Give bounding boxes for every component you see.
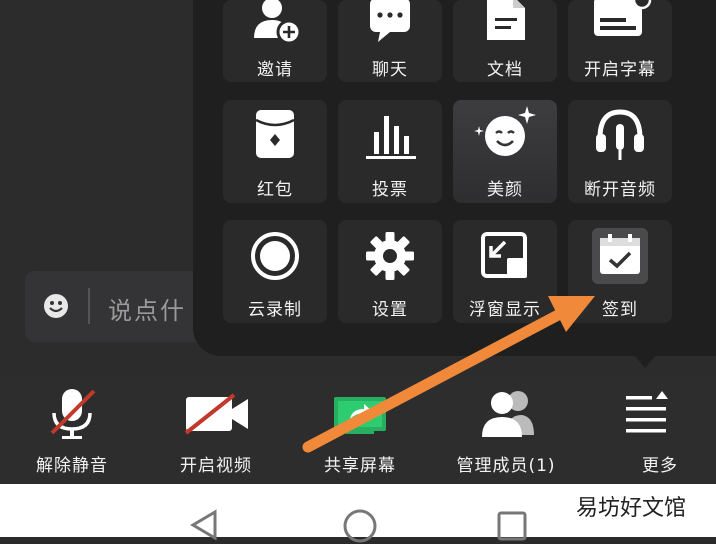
more-panel: 邀请 聊天 文档 开启字幕 红包 投票 美颜 断开音频 云录制 设置 浮窗显示 … [193, 0, 716, 368]
beauty-face-icon [474, 106, 536, 156]
share-screen-icon [334, 397, 386, 434]
tile-label: 聊天 [372, 60, 408, 80]
toolbar-label: 更多 [642, 456, 678, 476]
gear-icon [366, 232, 414, 280]
tile-red-packet[interactable]: 红包 [223, 100, 327, 203]
tile-check-in[interactable]: 签到 [568, 220, 672, 323]
tile-label: 美颜 [487, 180, 523, 200]
record-icon [251, 232, 299, 280]
headset-icon [596, 109, 644, 160]
tile-label: 云录制 [248, 300, 302, 320]
tile-settings[interactable]: 设置 [338, 220, 442, 323]
tile-disconnect-audio[interactable]: 断开音频 [568, 100, 672, 203]
toolbar-label: 解除静音 [36, 456, 108, 476]
tile-invite[interactable]: 邀请 [223, 0, 327, 82]
smile-icon[interactable] [43, 293, 69, 319]
caption-icon [594, 0, 652, 36]
tile-label: 投票 [372, 180, 408, 200]
tile-captions[interactable]: 开启字幕 [568, 0, 672, 82]
home-icon[interactable] [342, 508, 378, 544]
more-button[interactable]: 更多 [580, 375, 716, 484]
video-off-icon [184, 393, 248, 435]
tile-beauty[interactable]: 美颜 [453, 100, 557, 203]
start-video-button[interactable]: 开启视频 [146, 375, 286, 484]
tile-label: 断开音频 [584, 180, 656, 200]
chat-divider [88, 288, 90, 324]
more-menu-icon [626, 391, 668, 433]
red-packet-icon [255, 110, 295, 158]
unmute-button[interactable]: 解除静音 [2, 375, 142, 484]
tile-vote[interactable]: 投票 [338, 100, 442, 203]
tile-cloud-record[interactable]: 云录制 [223, 220, 327, 323]
recents-icon[interactable] [496, 510, 528, 542]
vote-bars-icon [366, 116, 416, 159]
toolbar-label: 开启视频 [180, 456, 252, 476]
meeting-toolbar: 解除静音 开启视频 共享屏幕 管理成员(1) 更多 [0, 375, 716, 484]
float-window-icon [481, 232, 527, 278]
tile-label: 开启字幕 [584, 60, 656, 80]
manage-members-button[interactable]: 管理成员(1) [436, 375, 576, 484]
tile-label: 浮窗显示 [469, 300, 541, 320]
tile-label: 签到 [602, 300, 638, 320]
mic-muted-icon [50, 389, 96, 439]
chat-bubble-icon [370, 0, 410, 42]
tile-chat[interactable]: 聊天 [338, 0, 442, 82]
tile-label: 邀请 [257, 60, 293, 80]
watermark: 易坊好文馆 [573, 490, 688, 522]
invite-user-icon [254, 0, 302, 45]
tile-document[interactable]: 文档 [453, 0, 557, 82]
tile-label: 红包 [257, 180, 293, 200]
panel-notch [633, 354, 657, 368]
tile-label: 文档 [487, 60, 523, 80]
toolbar-label: 共享屏幕 [324, 456, 396, 476]
document-icon [487, 0, 525, 40]
chat-placeholder: 说点什 [108, 297, 186, 325]
members-icon [482, 391, 534, 437]
tile-label: 设置 [372, 300, 408, 320]
tile-float-window[interactable]: 浮窗显示 [453, 220, 557, 323]
share-screen-button[interactable]: 共享屏幕 [290, 375, 430, 484]
calendar-check-icon [592, 228, 648, 284]
toolbar-label: 管理成员(1) [456, 456, 556, 476]
